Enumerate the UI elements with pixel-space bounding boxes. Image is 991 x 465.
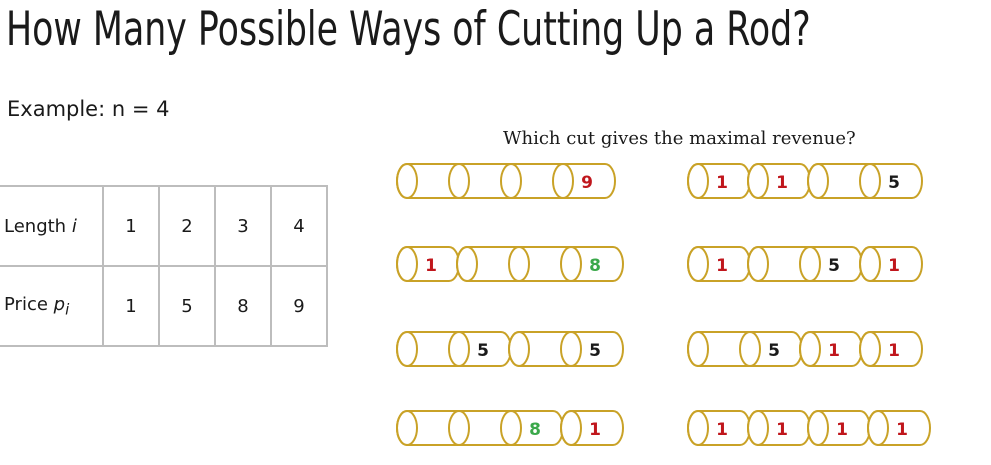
piece-value: 1	[716, 256, 728, 276]
rod-cutting: 1 1 1 1	[687, 410, 931, 446]
rod-cutting: 81	[396, 410, 624, 446]
rod-cuttings-diagram: 9 1 1 51 8 1 5 15 5 5 1 18 1 1 1 1 1	[396, 163, 931, 446]
piece-value: 1	[716, 420, 728, 440]
piece-value: 1	[716, 173, 728, 193]
piece-value: 5	[828, 256, 840, 276]
rod-cutting: 55	[396, 331, 624, 367]
piece-value: 1	[828, 341, 840, 361]
piece-value: 5	[888, 173, 900, 193]
piece-value: 1	[888, 256, 900, 276]
rod-cutting: 1 5 1	[687, 246, 923, 282]
piece-value: 5	[768, 341, 780, 361]
rod-cutting: 9	[396, 163, 616, 199]
piece-value: 1	[776, 420, 788, 440]
piece-value: 1	[425, 256, 437, 276]
piece-value: 1	[888, 341, 900, 361]
piece-value: 1	[896, 420, 908, 440]
piece-value: 1	[589, 420, 601, 440]
piece-value: 1	[776, 173, 788, 193]
piece-value: 5	[477, 341, 489, 361]
piece-value: 9	[581, 173, 593, 193]
piece-value: 5	[589, 341, 601, 361]
rod-cutting: 18	[396, 246, 624, 282]
piece-value: 8	[529, 420, 541, 440]
piece-value: 8	[589, 256, 601, 276]
piece-value: 1	[836, 420, 848, 440]
rod-cutting: 1 1 5	[687, 163, 923, 199]
rod-cutting: 5 1 1	[687, 331, 923, 367]
